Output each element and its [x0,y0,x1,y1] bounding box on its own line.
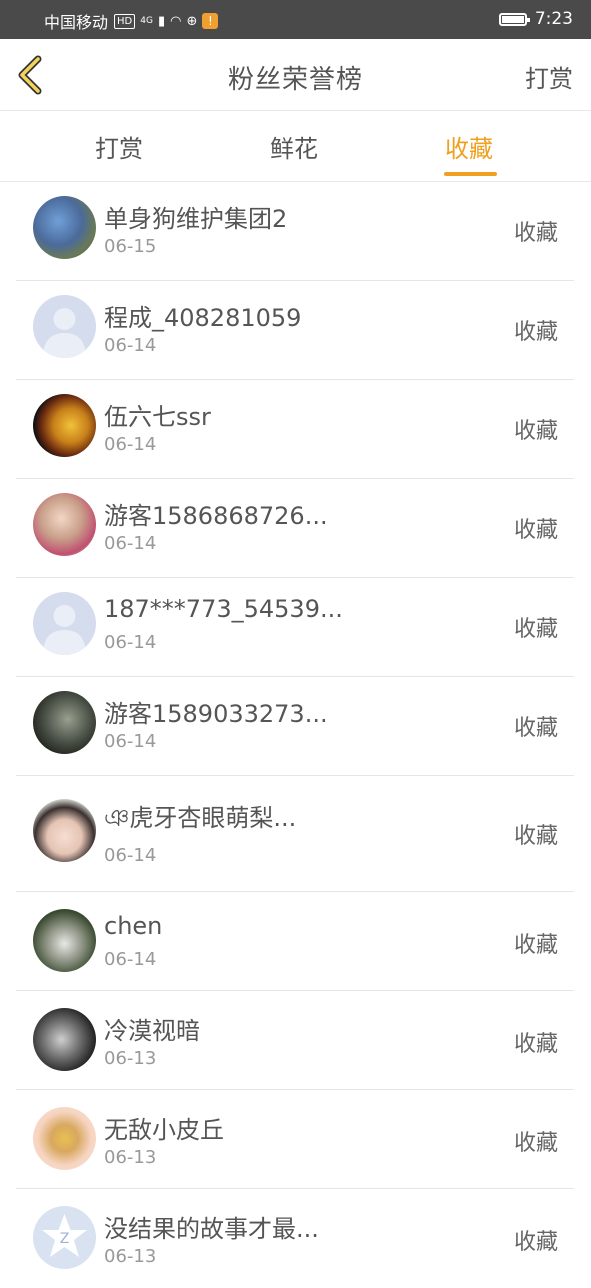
list-item[interactable]: 程成_408281059 06-14 收藏 [0,281,591,380]
list-item[interactable]: chen 06-14 收藏 [0,892,591,991]
page-title: 粉丝荣誉榜 [227,65,363,95]
list-item[interactable]: 无敌小皮丘 06-13 收藏 [0,1090,591,1189]
favorite-label: 收藏 [513,419,558,444]
item-date: 06-15 [104,236,157,257]
avatar [33,909,96,972]
warning-icon: ! [202,13,219,29]
favorite-label: 收藏 [513,518,558,543]
avatar [33,394,96,457]
active-tab-indicator [444,172,497,176]
user-name: 游客1589033273... [104,700,328,728]
favorite-label: 收藏 [513,320,558,345]
status-icons: HD 4G ▮ ◠ ⊕ ! [114,13,219,29]
default-user-icon [43,308,86,358]
status-bar: 中国移动 HD 4G ▮ ◠ ⊕ ! 7:23 [0,0,591,39]
avatar [33,493,96,556]
list-item[interactable]: Z 没结果的故事才最... 06-13 收藏 [0,1189,591,1288]
network-label: 4G [140,16,153,26]
list-item[interactable]: 伍六七ssr 06-14 收藏 [0,380,591,479]
list-item[interactable]: 单身狗维护集团2 06-15 收藏 [0,182,591,281]
battery-icon [498,12,530,26]
tab-flowers[interactable]: 鲜花 [270,129,318,164]
item-date: 06-14 [104,632,157,653]
list-item[interactable]: 游客1589033273... 06-14 收藏 [0,677,591,776]
item-date: 06-14 [104,434,157,455]
list-item[interactable]: ঞ虎牙杏眼萌梨... 06-14 收藏 [0,776,591,892]
status-left: 中国移动 HD 4G ▮ ◠ ⊕ ! [44,9,219,33]
user-name: 游客1586868726... [104,502,328,530]
avatar [33,691,96,754]
favorite-label: 收藏 [513,824,558,849]
avatar [33,295,96,358]
item-date: 06-13 [104,1246,157,1267]
avatar [33,196,96,259]
user-name: 单身狗维护集团2 [104,205,288,233]
favorite-label: 收藏 [513,221,558,246]
favorite-label: 收藏 [513,716,558,741]
favorite-label: 收藏 [513,1032,558,1057]
carrier-label: 中国移动 [44,13,109,32]
clock: 7:23 [534,9,573,29]
wifi-icon: ◠ [170,13,182,29]
item-date: 06-14 [104,731,157,752]
user-name: 冷漠视暗 [104,1017,200,1045]
user-name: 伍六七ssr [104,403,211,431]
tab-favorites[interactable]: 收藏 [445,129,493,164]
item-date: 06-14 [104,949,157,970]
sync-icon: ⊕ [186,13,198,29]
user-name: 无敌小皮丘 [104,1116,224,1144]
avatar [33,592,96,655]
user-name: 187***773_54539... [104,595,343,623]
item-date: 06-14 [104,845,157,866]
item-date: 06-14 [104,335,157,356]
favorite-label: 收藏 [513,1131,558,1156]
avatar [33,1107,96,1170]
item-date: 06-14 [104,533,157,554]
hd-icon: HD [114,13,136,29]
status-right: 7:23 [498,9,573,29]
user-name: chen [104,912,163,940]
avatar [33,1008,96,1071]
list-item[interactable]: 187***773_54539... 06-14 收藏 [0,578,591,677]
tab-reward[interactable]: 打赏 [95,129,143,164]
default-user-icon [43,605,86,655]
list-item[interactable]: 游客1586868726... 06-14 收藏 [0,479,591,578]
svg-text:Z: Z [60,1231,70,1247]
star-icon: Z [42,1214,87,1257]
fan-list: 单身狗维护集团2 06-15 收藏 程成_408281059 06-14 收藏 … [0,182,591,1288]
item-date: 06-13 [104,1147,157,1168]
avatar: Z [33,1206,96,1269]
user-name: ঞ虎牙杏眼萌梨... [104,804,297,832]
tab-bar: 打赏 鲜花 收藏 [0,111,591,182]
avatar [33,799,96,862]
user-name: 程成_408281059 [104,304,302,332]
favorite-label: 收藏 [513,1230,558,1255]
list-item[interactable]: 冷漠视暗 06-13 收藏 [0,991,591,1090]
item-date: 06-13 [104,1048,157,1069]
favorite-label: 收藏 [513,617,558,642]
nav-bar: 粉丝荣誉榜 打赏 [0,39,591,111]
signal-icon: ▮ [157,13,166,29]
favorite-label: 收藏 [513,933,558,958]
user-name: 没结果的故事才最... [104,1215,319,1243]
reward-button[interactable]: 打赏 [525,59,573,94]
